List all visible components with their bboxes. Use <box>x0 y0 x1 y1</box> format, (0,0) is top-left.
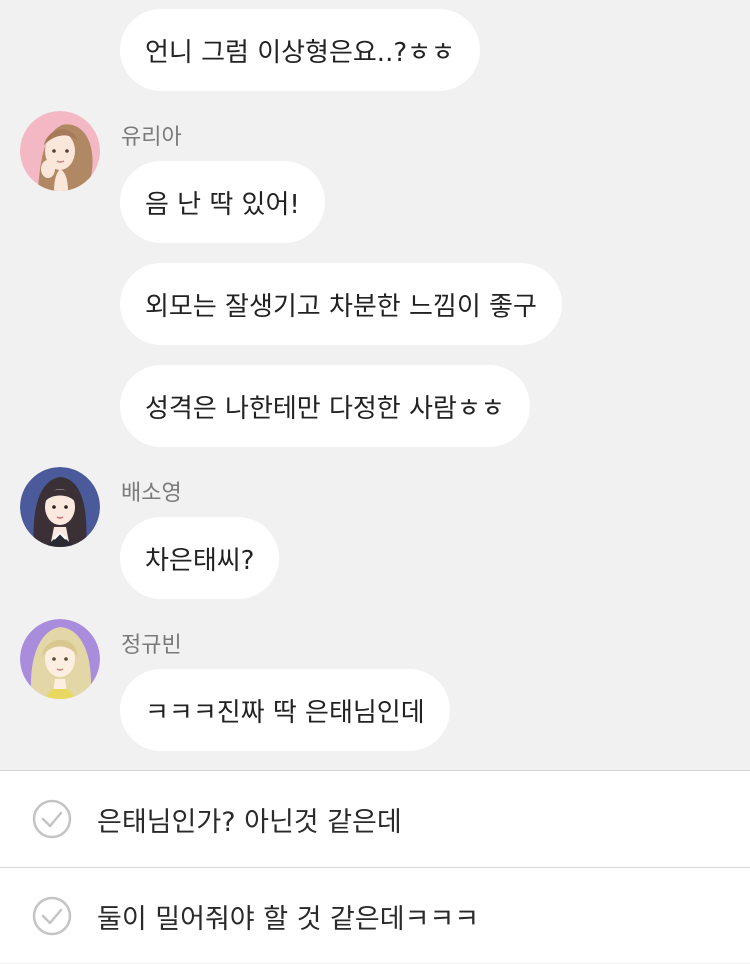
message-bubble: 언니 그럼 이상형은요..?ㅎㅎ <box>120 9 480 91</box>
sender-name: 정규빈 <box>121 633 182 658</box>
message-bubble: 성격은 나한테만 다정한 사람ㅎㅎ <box>120 365 530 447</box>
chat-area[interactable]: 언니 그럼 이상형은요..?ㅎㅎ 유리아 음 난 딱 있어! 외모는 잘생기고 … <box>0 0 750 770</box>
message-text: 외모는 잘생기고 차분한 느낌이 좋구 <box>145 291 537 322</box>
message-text: ㅋㅋㅋ진짜 딱 은태님인데 <box>145 697 425 728</box>
message-text: 언니 그럼 이상형은요..?ㅎㅎ <box>145 37 455 68</box>
message-text: 차은태씨? <box>145 545 255 576</box>
reply-option[interactable]: 은태님인가? 아닌것 같은데 <box>0 770 750 866</box>
sender-name: 유리아 <box>121 125 182 150</box>
sender-name: 배소영 <box>121 481 182 506</box>
check-circle-icon <box>32 896 72 936</box>
avatar-soyoung[interactable] <box>20 467 100 547</box>
reply-option-label: 둘이 밀어줘야 할 것 같은데ㅋㅋㅋ <box>97 903 480 935</box>
message-bubble: 외모는 잘생기고 차분한 느낌이 좋구 <box>120 263 562 345</box>
message-text: 성격은 나한테만 다정한 사람ㅎㅎ <box>145 393 505 424</box>
reply-option-label: 은태님인가? 아닌것 같은데 <box>97 806 402 838</box>
message-bubble: 음 난 딱 있어! <box>120 161 325 243</box>
reply-options: 은태님인가? 아닌것 같은데 둘이 밀어줘야 할 것 같은데ㅋㅋㅋ <box>0 770 750 963</box>
message-bubble: 차은태씨? <box>120 517 280 599</box>
avatar-gyubin[interactable] <box>20 619 100 699</box>
message-text: 음 난 딱 있어! <box>145 189 300 220</box>
message-bubble: ㅋㅋㅋ진짜 딱 은태님인데 <box>120 669 450 751</box>
check-circle-icon <box>32 799 72 839</box>
reply-option[interactable]: 둘이 밀어줘야 할 것 같은데ㅋㅋㅋ <box>0 867 750 963</box>
avatar-yuria[interactable] <box>20 111 100 191</box>
